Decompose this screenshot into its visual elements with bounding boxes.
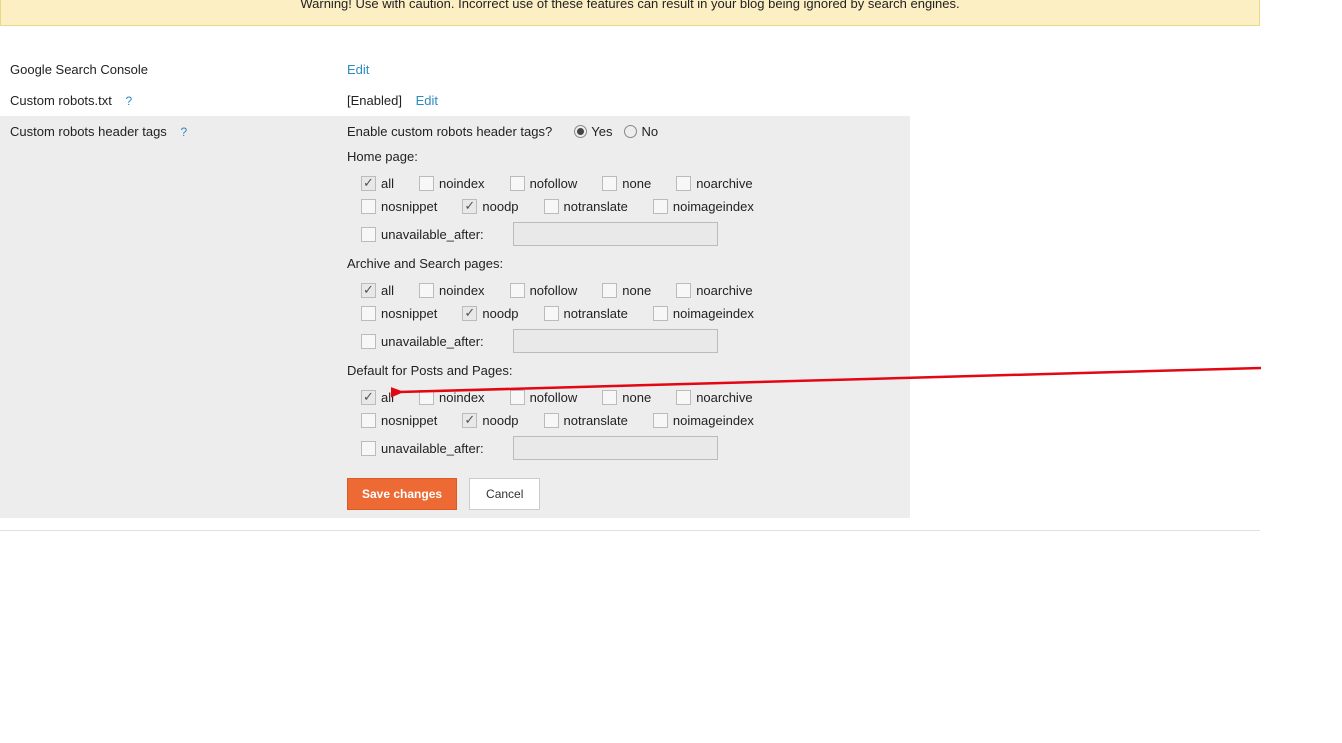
chk-archive-noodp[interactable] bbox=[462, 306, 477, 321]
row-custom-robots-txt: Custom robots.txt ? [Enabled] Edit bbox=[0, 85, 910, 116]
lbl-posts-unavailable: unavailable_after: bbox=[381, 441, 484, 456]
robots-header-label: Custom robots header tags bbox=[10, 124, 167, 139]
lbl-archive-noimageindex: noimageindex bbox=[673, 306, 754, 321]
lbl-home-noodp: noodp bbox=[482, 199, 518, 214]
lbl-archive-noodp: noodp bbox=[482, 306, 518, 321]
chk-home-noarchive[interactable] bbox=[676, 176, 691, 191]
lbl-posts-nosnippet: nosnippet bbox=[381, 413, 437, 428]
lbl-home-nosnippet: nosnippet bbox=[381, 199, 437, 214]
chk-home-nosnippet[interactable] bbox=[361, 199, 376, 214]
robots-txt-edit-link[interactable]: Edit bbox=[416, 93, 438, 108]
archive-row2: nosnippet noodp notranslate noimageindex bbox=[361, 306, 910, 321]
lbl-posts-all: all bbox=[381, 390, 394, 405]
lbl-archive-noindex: noindex bbox=[439, 283, 485, 298]
lbl-archive-none: none bbox=[622, 283, 651, 298]
chk-archive-notranslate[interactable] bbox=[544, 306, 559, 321]
lbl-home-nofollow: nofollow bbox=[530, 176, 578, 191]
chk-archive-noindex[interactable] bbox=[419, 283, 434, 298]
chk-home-nofollow[interactable] bbox=[510, 176, 525, 191]
button-row: Save changes Cancel bbox=[347, 478, 910, 510]
help-icon[interactable]: ? bbox=[180, 125, 187, 139]
save-button[interactable]: Save changes bbox=[347, 478, 457, 510]
chk-home-unavailable[interactable] bbox=[361, 227, 376, 242]
gsc-edit-link[interactable]: Edit bbox=[347, 62, 369, 77]
chk-posts-none[interactable] bbox=[602, 390, 617, 405]
lbl-home-none: none bbox=[622, 176, 651, 191]
help-icon[interactable]: ? bbox=[126, 94, 133, 108]
radio-yes[interactable] bbox=[574, 125, 587, 138]
enable-question-text: Enable custom robots header tags? bbox=[347, 124, 552, 139]
radio-no-label: No bbox=[641, 124, 658, 139]
home-heading: Home page: bbox=[347, 149, 910, 164]
chk-posts-notranslate[interactable] bbox=[544, 413, 559, 428]
chk-posts-noodp[interactable] bbox=[462, 413, 477, 428]
lbl-posts-nofollow: nofollow bbox=[530, 390, 578, 405]
chk-home-noimageindex[interactable] bbox=[653, 199, 668, 214]
lbl-home-unavailable: unavailable_after: bbox=[381, 227, 484, 242]
home-row3: unavailable_after: bbox=[361, 222, 910, 246]
chk-archive-nosnippet[interactable] bbox=[361, 306, 376, 321]
chk-posts-all[interactable] bbox=[361, 390, 376, 405]
chk-archive-noimageindex[interactable] bbox=[653, 306, 668, 321]
posts-row2: nosnippet noodp notranslate noimageindex bbox=[361, 413, 910, 428]
posts-row3: unavailable_after: bbox=[361, 436, 910, 460]
input-home-unavailable-date[interactable] bbox=[513, 222, 718, 246]
lbl-home-noarchive: noarchive bbox=[696, 176, 752, 191]
lbl-posts-noodp: noodp bbox=[482, 413, 518, 428]
lbl-archive-nosnippet: nosnippet bbox=[381, 306, 437, 321]
lbl-home-all: all bbox=[381, 176, 394, 191]
chk-posts-noimageindex[interactable] bbox=[653, 413, 668, 428]
radio-no[interactable] bbox=[624, 125, 637, 138]
chk-posts-unavailable[interactable] bbox=[361, 441, 376, 456]
bottom-divider bbox=[0, 530, 1260, 531]
archive-heading: Archive and Search pages: bbox=[347, 256, 910, 271]
chk-home-notranslate[interactable] bbox=[544, 199, 559, 214]
lbl-archive-nofollow: nofollow bbox=[530, 283, 578, 298]
chk-posts-noindex[interactable] bbox=[419, 390, 434, 405]
lbl-home-noimageindex: noimageindex bbox=[673, 199, 754, 214]
robots-txt-status: [Enabled] bbox=[347, 93, 402, 108]
lbl-home-noindex: noindex bbox=[439, 176, 485, 191]
row-google-search-console: Google Search Console Edit bbox=[0, 54, 910, 85]
row-custom-robots-header: Custom robots header tags ? Enable custo… bbox=[0, 116, 910, 518]
chk-archive-all[interactable] bbox=[361, 283, 376, 298]
lbl-posts-noarchive: noarchive bbox=[696, 390, 752, 405]
lbl-posts-notranslate: notranslate bbox=[564, 413, 628, 428]
chk-home-noodp[interactable] bbox=[462, 199, 477, 214]
posts-heading: Default for Posts and Pages: bbox=[347, 363, 910, 378]
input-posts-unavailable-date[interactable] bbox=[513, 436, 718, 460]
archive-row3: unavailable_after: bbox=[361, 329, 910, 353]
home-row1: all noindex nofollow none noarchive bbox=[361, 176, 910, 191]
home-row2: nosnippet noodp notranslate noimageindex bbox=[361, 199, 910, 214]
lbl-home-notranslate: notranslate bbox=[564, 199, 628, 214]
lbl-posts-none: none bbox=[622, 390, 651, 405]
chk-home-none[interactable] bbox=[602, 176, 617, 191]
chk-home-all[interactable] bbox=[361, 176, 376, 191]
robots-txt-label: Custom robots.txt bbox=[10, 93, 112, 108]
cancel-button[interactable]: Cancel bbox=[469, 478, 540, 510]
posts-row1: all noindex nofollow none noarchive bbox=[361, 390, 910, 405]
lbl-archive-unavailable: unavailable_after: bbox=[381, 334, 484, 349]
chk-archive-unavailable[interactable] bbox=[361, 334, 376, 349]
chk-archive-none[interactable] bbox=[602, 283, 617, 298]
chk-home-noindex[interactable] bbox=[419, 176, 434, 191]
warning-banner: Warning! Use with caution. Incorrect use… bbox=[0, 0, 1260, 26]
chk-archive-noarchive[interactable] bbox=[676, 283, 691, 298]
lbl-archive-all: all bbox=[381, 283, 394, 298]
input-archive-unavailable-date[interactable] bbox=[513, 329, 718, 353]
chk-posts-nosnippet[interactable] bbox=[361, 413, 376, 428]
lbl-posts-noimageindex: noimageindex bbox=[673, 413, 754, 428]
warning-text: Warning! Use with caution. Incorrect use… bbox=[300, 0, 959, 11]
lbl-archive-noarchive: noarchive bbox=[696, 283, 752, 298]
radio-yes-label: Yes bbox=[591, 124, 612, 139]
enable-question-row: Enable custom robots header tags? Yes No bbox=[347, 124, 910, 139]
chk-archive-nofollow[interactable] bbox=[510, 283, 525, 298]
lbl-posts-noindex: noindex bbox=[439, 390, 485, 405]
gsc-label: Google Search Console bbox=[10, 62, 148, 77]
lbl-archive-notranslate: notranslate bbox=[564, 306, 628, 321]
chk-posts-nofollow[interactable] bbox=[510, 390, 525, 405]
archive-row1: all noindex nofollow none noarchive bbox=[361, 283, 910, 298]
chk-posts-noarchive[interactable] bbox=[676, 390, 691, 405]
settings-table: Google Search Console Edit Custom robots… bbox=[0, 54, 910, 518]
